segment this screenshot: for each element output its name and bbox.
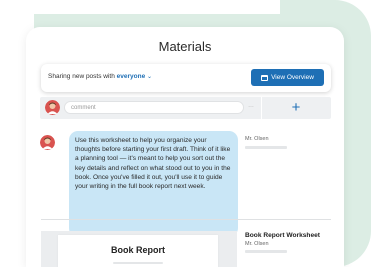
placeholder-line xyxy=(245,146,287,149)
attachment-thumbnail[interactable]: Book Report xyxy=(41,231,237,267)
audience-dropdown[interactable]: everyone xyxy=(117,73,146,80)
attach-icon[interactable]: … xyxy=(248,103,254,109)
share-bar: Sharing new posts with everyone ⌄ View O… xyxy=(41,64,331,92)
chevron-down-icon: ⌄ xyxy=(147,74,153,80)
background-top xyxy=(0,0,280,14)
comment-input[interactable]: comment xyxy=(64,101,244,114)
page-title: Materials xyxy=(158,39,212,54)
view-overview-label: View Overview xyxy=(271,74,314,81)
document-preview: Book Report xyxy=(58,235,218,267)
calendar-icon xyxy=(261,74,269,81)
view-overview-button[interactable]: View Overview xyxy=(251,69,324,86)
post-author-avatar xyxy=(40,135,55,150)
attachment-author: Mr. Olsen xyxy=(245,241,269,247)
section-divider xyxy=(41,219,331,220)
add-button[interactable]: + xyxy=(276,97,316,119)
avatar xyxy=(45,100,60,115)
attachment-title[interactable]: Book Report Worksheet xyxy=(245,232,320,239)
post-author: Mr. Olsen xyxy=(245,136,269,142)
comment-composer: comment … + xyxy=(40,97,331,119)
materials-card: Materials Sharing new posts with everyon… xyxy=(26,27,344,267)
post-message: Use this worksheet to help you organize … xyxy=(69,131,238,237)
placeholder-line xyxy=(113,262,163,264)
placeholder-line xyxy=(245,250,287,253)
document-preview-title: Book Report xyxy=(111,245,165,255)
share-settings[interactable]: Sharing new posts with everyone ⌄ xyxy=(48,73,152,80)
share-prefix: Sharing new posts with xyxy=(48,73,115,80)
divider xyxy=(261,97,262,119)
